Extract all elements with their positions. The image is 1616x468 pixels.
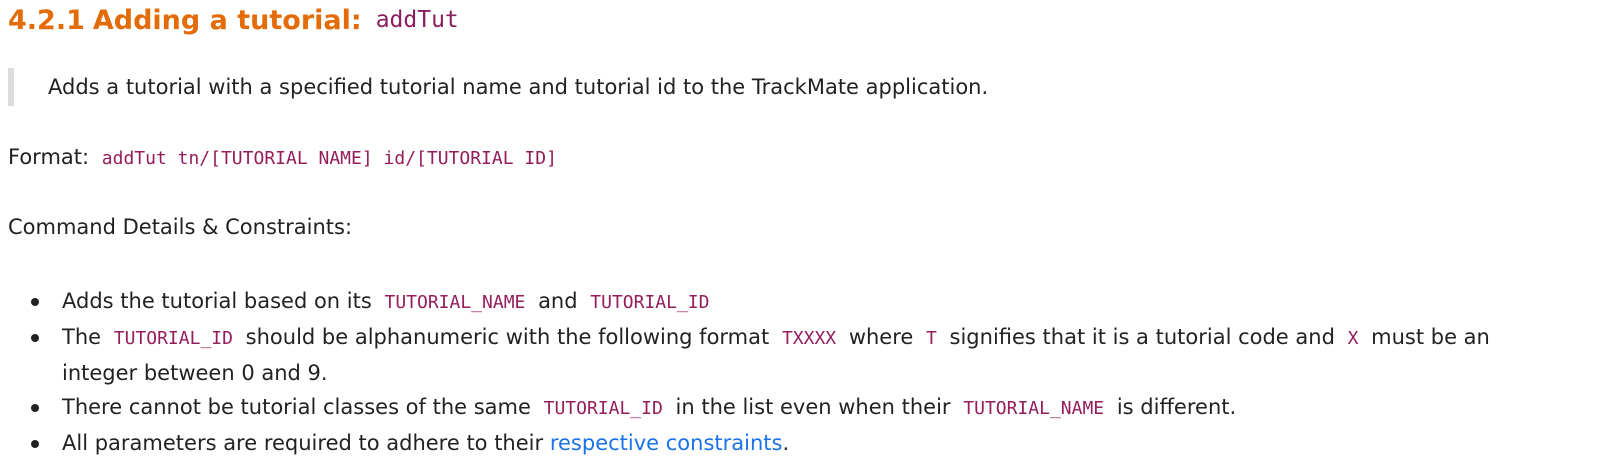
list-item-text: where: [848, 325, 914, 349]
list-item-text: The: [62, 325, 102, 349]
inline-code: TUTORIAL_NAME: [963, 398, 1105, 419]
format-syntax-code: addTut tn/[TUTORIAL NAME] id/[TUTORIAL I…: [101, 148, 557, 169]
details-heading: Command Details & Constraints:: [8, 215, 353, 239]
description-text: Adds a tutorial with a specified tutoria…: [48, 75, 989, 99]
description-blockquote: Adds a tutorial with a specified tutoria…: [8, 68, 988, 106]
list-item: The TUTORIAL_ID should be alphanumeric w…: [0, 320, 1616, 390]
inline-code: TUTORIAL_ID: [543, 398, 663, 419]
list-item: Adds the tutorial based on its TUTORIAL_…: [0, 284, 1616, 320]
list-item-text: .: [782, 431, 790, 455]
bullet-icon: [31, 334, 39, 342]
list-item-text: All parameters are required to adhere to…: [62, 431, 544, 455]
bullet-icon: [31, 440, 39, 448]
list-item-text: and: [538, 289, 578, 313]
inline-code: T: [926, 328, 937, 349]
list-item-text: There cannot be tutorial classes of the …: [62, 395, 531, 419]
list-item-text: is different.: [1116, 395, 1237, 419]
command-name-code: addTut: [375, 7, 459, 33]
inline-code: TUTORIAL_ID: [113, 328, 233, 349]
list-item: All parameters are required to adhere to…: [0, 426, 1616, 460]
respective-constraints-link[interactable]: respective constraints: [550, 431, 783, 455]
inline-code: TXXXX: [781, 328, 837, 349]
document: 4.2.1 Adding a tutorial: addTut Adds a t…: [0, 0, 1616, 468]
inline-code: TUTORIAL_ID: [590, 292, 710, 313]
list-item-text: Adds the tutorial based on its: [62, 289, 372, 313]
bullet-icon: [31, 404, 39, 412]
section-heading: 4.2.1 Adding a tutorial: addTut: [8, 0, 465, 40]
list-item: There cannot be tutorial classes of the …: [0, 390, 1616, 426]
list-item-text: in the list even when their: [675, 395, 951, 419]
format-line: Format: addTut tn/[TUTORIAL NAME] id/[TU…: [8, 145, 563, 169]
section-title: Adding a tutorial:: [92, 4, 362, 36]
list-item-text: signifies that it is a tutorial code and: [949, 325, 1335, 349]
bullet-icon: [31, 298, 39, 306]
inline-code: TUTORIAL_NAME: [384, 292, 526, 313]
list-item-text: should be alphanumeric with the followin…: [245, 325, 770, 349]
constraints-list: Adds the tutorial based on its TUTORIAL_…: [0, 284, 1616, 460]
inline-code: X: [1347, 328, 1359, 349]
section-number: 4.2.1: [8, 4, 85, 36]
format-label: Format:: [8, 145, 90, 169]
